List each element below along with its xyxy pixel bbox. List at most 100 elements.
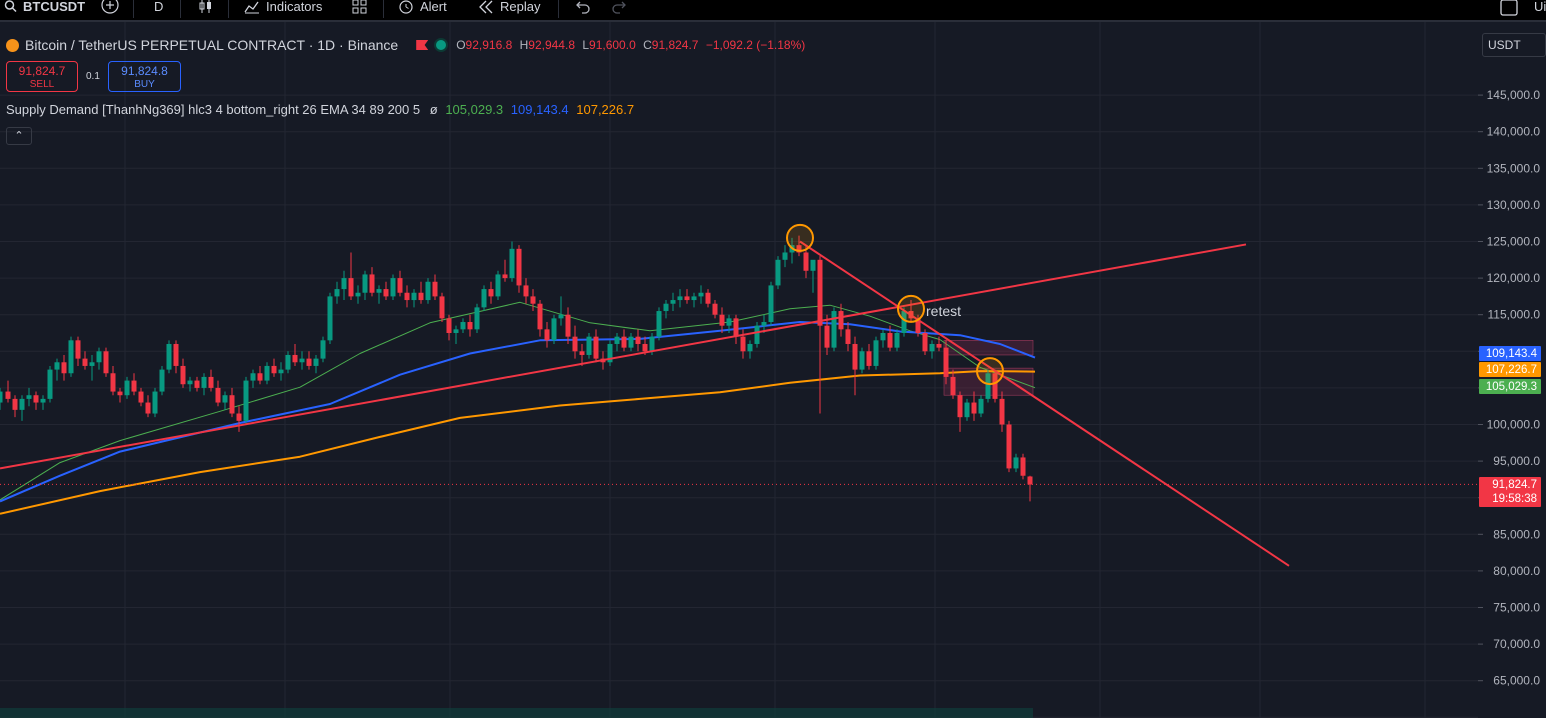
candle-body bbox=[663, 303, 669, 312]
currency-selector[interactable]: USDT bbox=[1482, 33, 1546, 57]
candle-body bbox=[152, 391, 158, 414]
candle-body bbox=[579, 351, 585, 355]
candle-body bbox=[194, 380, 200, 388]
axis-tick-label: 125,000.0 bbox=[1487, 235, 1541, 249]
buy-button[interactable]: 91,824.8 BUY bbox=[108, 61, 181, 92]
candle-body bbox=[180, 365, 186, 385]
candle-body bbox=[642, 343, 648, 352]
candle-body bbox=[54, 362, 60, 370]
candle-body bbox=[19, 398, 25, 410]
candle-body bbox=[859, 351, 865, 370]
candle-body bbox=[460, 322, 466, 330]
candle-body bbox=[740, 336, 746, 352]
buy-label: BUY bbox=[134, 79, 155, 90]
candle-body bbox=[705, 292, 711, 304]
candle-body bbox=[327, 296, 333, 341]
alarm-clock-icon bbox=[399, 0, 413, 14]
market-status-icon[interactable] bbox=[434, 38, 449, 52]
candle-body bbox=[586, 336, 592, 355]
ohlc-values: O92,916.8 H92,944.8 L91,600.0 C91,824.7 … bbox=[456, 38, 806, 52]
axis-tick-label: 145,000.0 bbox=[1487, 88, 1541, 102]
trend-lines[interactable] bbox=[0, 240, 1290, 567]
undo-button[interactable] bbox=[574, 0, 590, 20]
candle-body bbox=[873, 340, 879, 366]
candle-body bbox=[677, 296, 683, 301]
templates-button[interactable] bbox=[352, 0, 368, 20]
axis-tick-label: 130,000.0 bbox=[1487, 198, 1541, 212]
alert-button[interactable]: Alert bbox=[398, 0, 447, 20]
candle-body bbox=[691, 296, 697, 301]
candle-body bbox=[999, 398, 1005, 425]
candle-body bbox=[845, 329, 851, 344]
square-icon bbox=[1500, 0, 1518, 16]
candle-body bbox=[719, 314, 725, 326]
candle-body bbox=[957, 395, 963, 418]
retest-annotation[interactable]: retest bbox=[926, 303, 961, 319]
candle-body bbox=[26, 395, 32, 399]
indicator-value-ema200: 107,226.7 bbox=[576, 102, 635, 117]
candle-body bbox=[278, 369, 284, 374]
indicators-button[interactable]: Indicators bbox=[244, 0, 322, 20]
flag-icon[interactable] bbox=[416, 40, 429, 50]
candle-body bbox=[978, 398, 984, 414]
candle-body bbox=[621, 336, 627, 348]
candle-body bbox=[313, 358, 319, 366]
spread-value: 0.1 bbox=[86, 71, 100, 82]
candle-body bbox=[558, 314, 564, 319]
top-toolbar: BTCUSDT D Indicators Alert Replay Ui bbox=[0, 0, 1546, 22]
ema34-axis-label: 105,029.3 bbox=[1486, 381, 1537, 393]
candle-body bbox=[131, 380, 137, 392]
search-icon bbox=[4, 0, 17, 13]
candle-body bbox=[390, 278, 396, 297]
candle-body bbox=[215, 387, 221, 403]
candle-body bbox=[565, 314, 571, 337]
candle-body bbox=[537, 303, 543, 330]
candle-body bbox=[1013, 457, 1019, 469]
candle-body bbox=[61, 362, 67, 374]
bitcoin-coin-icon bbox=[6, 38, 19, 52]
indicators-label: Indicators bbox=[266, 0, 323, 14]
candle-body bbox=[1027, 476, 1033, 485]
compare-button[interactable] bbox=[101, 0, 119, 20]
candle-body bbox=[824, 325, 830, 348]
grid-templates-icon bbox=[352, 0, 367, 14]
chart-type-button[interactable] bbox=[198, 0, 214, 20]
axis-tick-label: 135,000.0 bbox=[1487, 161, 1541, 175]
replay-button[interactable]: Replay bbox=[478, 0, 540, 20]
candle-body bbox=[782, 252, 788, 260]
candle-body bbox=[425, 281, 431, 301]
ema89-axis-label: 109,143.4 bbox=[1486, 348, 1538, 360]
redo-button[interactable] bbox=[612, 0, 628, 20]
indicator-value-ema89: 109,143.4 bbox=[510, 102, 569, 117]
fullscreen-button[interactable] bbox=[1500, 0, 1518, 20]
toolbar-divider bbox=[180, 0, 181, 18]
candle-body bbox=[229, 395, 235, 414]
candle-body bbox=[411, 292, 417, 301]
collapse-legend-button[interactable]: ⌃ bbox=[6, 127, 32, 145]
candle-body bbox=[33, 395, 39, 403]
toolbar-divider bbox=[558, 0, 559, 18]
sell-button[interactable]: 91,824.7 SELL bbox=[6, 61, 78, 92]
countdown-label: 19:58:38 bbox=[1492, 493, 1537, 505]
candle-body bbox=[236, 413, 242, 421]
axis-tick-label: 95,000.0 bbox=[1493, 454, 1540, 468]
candle-body bbox=[614, 336, 620, 344]
chart-legend: Bitcoin / TetherUS PERPETUAL CONTRACT · … bbox=[6, 35, 809, 55]
candle-body bbox=[376, 289, 382, 293]
candle-body bbox=[943, 347, 949, 377]
chevron-up-icon: ⌃ bbox=[14, 130, 24, 142]
symbol-search[interactable]: BTCUSDT bbox=[4, 0, 85, 20]
candle-body bbox=[75, 340, 81, 359]
candle-body bbox=[285, 354, 291, 370]
alert-label: Alert bbox=[420, 0, 447, 14]
candle-body bbox=[523, 285, 529, 297]
supply-zone bbox=[943, 340, 1034, 356]
interval-button[interactable]: D bbox=[154, 0, 163, 20]
candle-body bbox=[348, 278, 354, 297]
candle-body bbox=[838, 311, 844, 330]
candle-body bbox=[320, 340, 326, 359]
toolbar-divider bbox=[133, 0, 134, 18]
symbol-title[interactable]: Bitcoin / TetherUS PERPETUAL CONTRACT · … bbox=[25, 37, 398, 53]
indicator-legend[interactable]: Supply Demand [ThanhNg369] hlc3 4 bottom… bbox=[6, 102, 634, 117]
candle-body bbox=[418, 292, 424, 301]
